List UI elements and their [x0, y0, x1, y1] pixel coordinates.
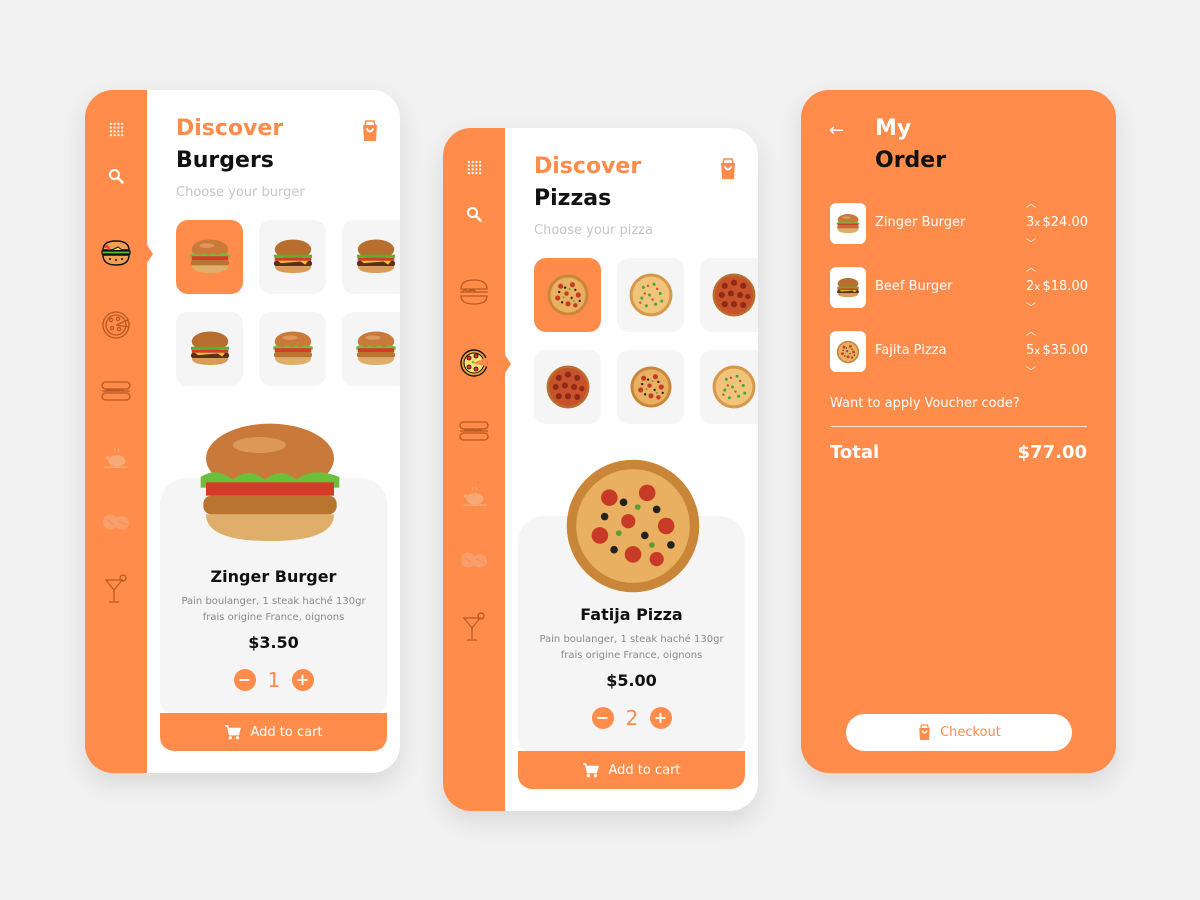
page-subtitle: Choose your pizza [534, 223, 653, 238]
hotdog-icon[interactable] [85, 380, 147, 402]
thumbnail-item[interactable] [617, 350, 684, 424]
thumbnail-item[interactable] [534, 350, 601, 424]
product-name: Zinger Burger [210, 567, 337, 586]
quantity-stepper: − 1 + [147, 668, 400, 692]
meat-icon[interactable] [443, 548, 505, 572]
order-item-price: $35.00 [1042, 343, 1089, 358]
thumbnail-item[interactable] [617, 258, 684, 332]
cart-icon [582, 762, 600, 778]
increase-quantity-button[interactable]: + [291, 669, 314, 691]
product-description: Pain boulanger, 1 steak haché 130gr frai… [181, 596, 366, 623]
qty-suffix: x [1034, 346, 1041, 357]
page-subtitle: Choose your burger [176, 185, 305, 200]
increase-chevron-icon[interactable]: ︿ [1026, 195, 1036, 210]
page-title: Pizzas [534, 186, 612, 211]
divider [830, 426, 1087, 427]
burgers-screen: Discover Burgers Choose your burger Zing… [85, 90, 400, 773]
hotdog-icon[interactable] [443, 420, 505, 442]
order-item: Zinger Burger ︿ 3x ﹀ $24.00 [830, 199, 1089, 250]
category-sidebar [85, 90, 147, 773]
category-sidebar [443, 128, 505, 811]
quantity-stepper: − 2 + [505, 706, 758, 730]
voucher-code-link[interactable]: Want to apply Voucher code? [830, 396, 1020, 411]
order-item-name: Fajita Pizza [875, 343, 947, 358]
order-title-line1: My [875, 116, 912, 141]
page-title: Burgers [176, 148, 274, 173]
product-price: $5.00 [606, 671, 657, 690]
title-accent: Discover [534, 154, 642, 179]
increase-chevron-icon[interactable]: ︿ [1026, 259, 1036, 274]
thumbnail-item[interactable] [534, 258, 601, 332]
chicken-icon[interactable] [85, 445, 147, 471]
product-image [187, 415, 352, 555]
product-name: Fatija Pizza [580, 605, 683, 624]
menu-grid-icon[interactable] [443, 160, 505, 175]
qty-suffix: x [1034, 218, 1041, 229]
thumbnail-item[interactable] [342, 312, 400, 386]
increase-quantity-button[interactable]: + [649, 707, 672, 729]
shopping-bag-icon[interactable] [718, 158, 738, 184]
add-to-cart-label: Add to cart [250, 724, 323, 740]
quantity-value: 2 [625, 706, 639, 730]
thumbnail-item[interactable] [259, 220, 326, 294]
decrease-chevron-icon[interactable]: ﹀ [1026, 235, 1036, 250]
title-accent: Discover [176, 116, 284, 141]
order-title-line2: Order [875, 148, 947, 173]
increase-chevron-icon[interactable]: ︿ [1026, 323, 1036, 338]
order-item-thumbnail [830, 203, 866, 244]
order-screen: ← My Order Zinger Burger ︿ 3x ﹀ $24.00 B… [801, 90, 1116, 773]
quantity-value: 1 [267, 668, 281, 692]
pizza-icon[interactable] [443, 348, 505, 378]
order-item-name: Beef Burger [875, 279, 953, 294]
back-arrow-icon[interactable]: ← [829, 120, 844, 141]
decrease-chevron-icon[interactable]: ﹀ [1026, 363, 1036, 378]
shopping-bag-icon [917, 724, 932, 741]
product-image [560, 453, 705, 598]
pizza-icon[interactable] [85, 310, 147, 340]
total-value: $77.00 [1017, 442, 1087, 463]
order-item-quantity: 3x [1026, 215, 1040, 230]
thumbnail-item[interactable] [700, 258, 758, 332]
search-icon[interactable] [443, 206, 505, 222]
order-item-thumbnail [830, 267, 866, 308]
burger-icon[interactable] [443, 278, 505, 306]
add-to-cart-label: Add to cart [608, 762, 681, 778]
cocktail-icon[interactable] [443, 612, 505, 642]
order-item-thumbnail [830, 331, 866, 372]
thumbnail-item[interactable] [176, 312, 243, 386]
thumbnail-item[interactable] [342, 220, 400, 294]
order-item-name: Zinger Burger [875, 215, 966, 230]
order-item-price: $18.00 [1042, 279, 1089, 294]
order-item: Fajita Pizza ︿ 5x ﹀ $35.00 [830, 327, 1089, 378]
product-price: $3.50 [248, 633, 299, 652]
checkout-label: Checkout [940, 725, 1001, 740]
decrease-quantity-button[interactable]: − [233, 669, 256, 691]
thumbnail-item[interactable] [259, 312, 326, 386]
pizzas-screen: Discover Pizzas Choose your pizza Fatija… [443, 128, 758, 811]
product-thumbnail-grid [176, 220, 400, 390]
order-item-quantity: 2x [1026, 279, 1040, 294]
add-to-cart-button[interactable]: Add to cart [160, 713, 387, 751]
order-item-quantity: 5x [1026, 343, 1040, 358]
checkout-button[interactable]: Checkout [846, 714, 1072, 751]
decrease-chevron-icon[interactable]: ﹀ [1026, 299, 1036, 314]
thumbnail-item[interactable] [700, 350, 758, 424]
menu-grid-icon[interactable] [85, 122, 147, 137]
total-label: Total [830, 442, 880, 463]
decrease-quantity-button[interactable]: − [591, 707, 614, 729]
add-to-cart-button[interactable]: Add to cart [518, 751, 745, 789]
meat-icon[interactable] [85, 510, 147, 534]
product-thumbnail-grid [534, 258, 758, 428]
search-icon[interactable] [85, 168, 147, 184]
thumbnail-item[interactable] [176, 220, 243, 294]
qty-suffix: x [1034, 282, 1041, 293]
product-description: Pain boulanger, 1 steak haché 130gr frai… [539, 634, 724, 661]
cart-icon [224, 724, 242, 740]
chicken-icon[interactable] [443, 483, 505, 509]
burger-icon[interactable] [85, 239, 147, 267]
cocktail-icon[interactable] [85, 574, 147, 604]
order-item-price: $24.00 [1042, 215, 1089, 230]
order-item: Beef Burger ︿ 2x ﹀ $18.00 [830, 263, 1089, 314]
shopping-bag-icon[interactable] [360, 120, 380, 146]
